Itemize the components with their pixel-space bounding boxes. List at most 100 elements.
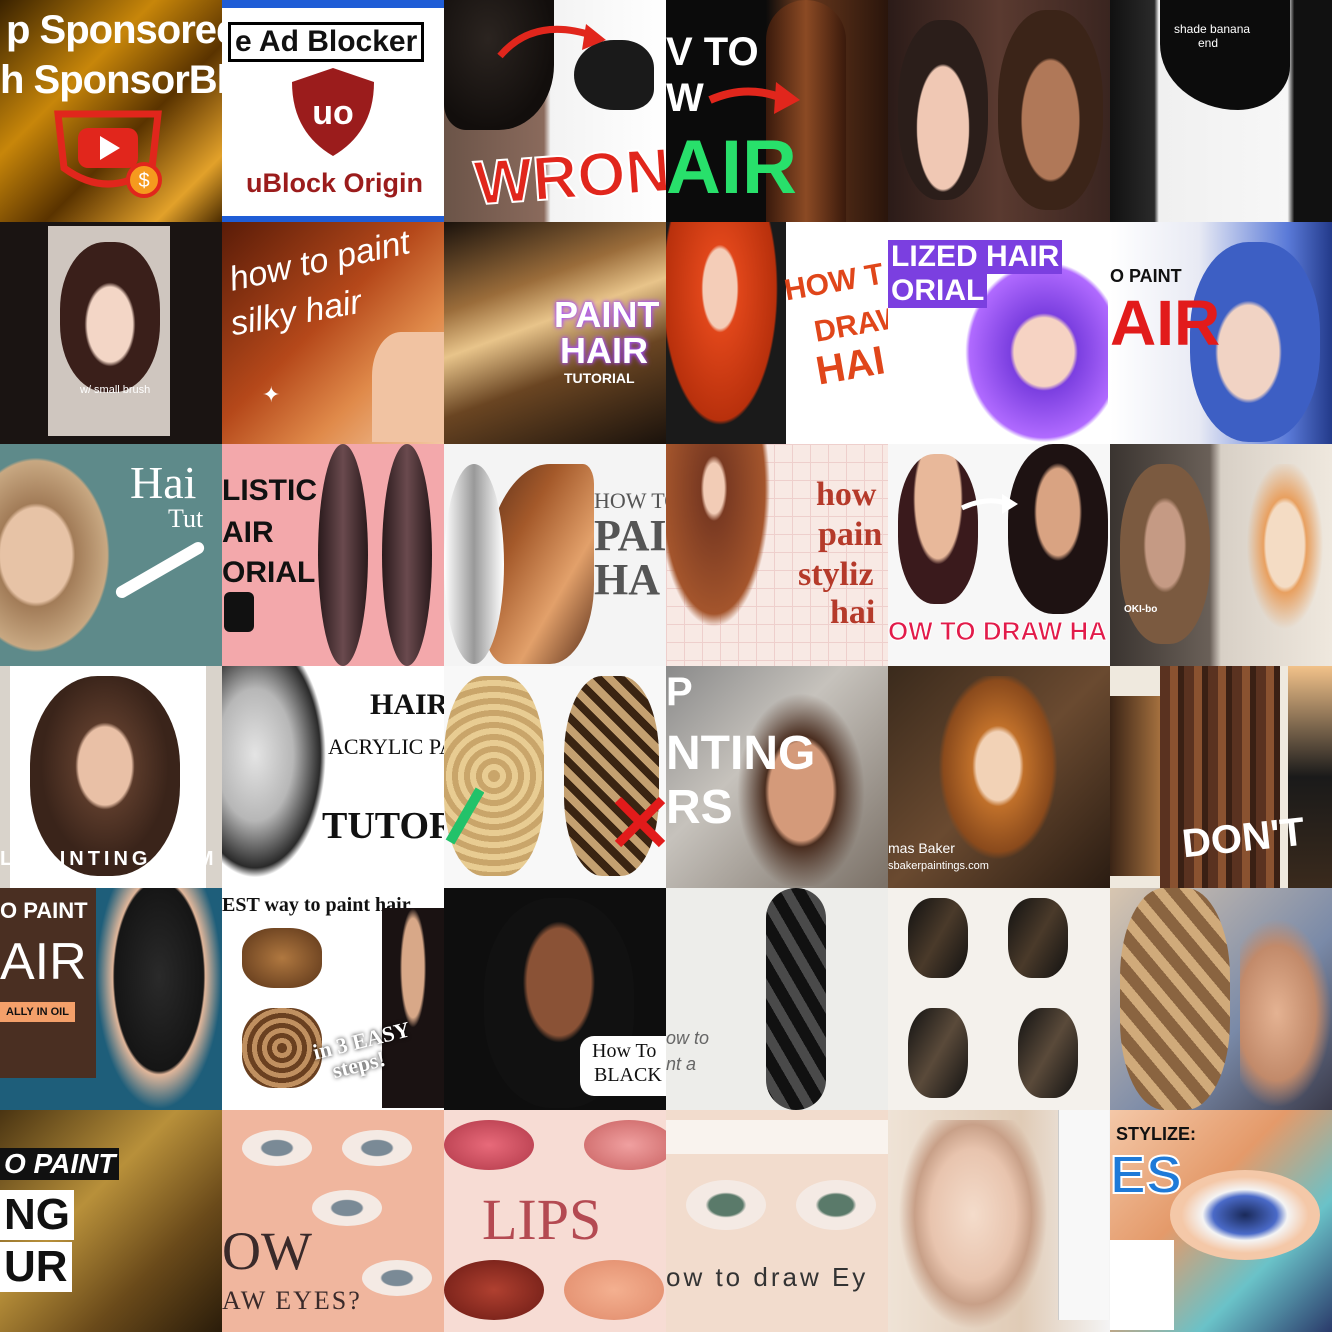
thumbnail-hair-tutorial-realistic[interactable]: Hai Tut [0,444,222,666]
thumbnail-title: How To [592,1040,657,1062]
portrait [60,242,160,392]
handwritten-note: ow to [666,1028,710,1048]
layers-panel[interactable] [1058,1110,1109,1320]
thumbnail-title: V TO [666,30,759,74]
thumbnail-title: NTING [666,727,816,780]
thumbnail-paint-stylized-hair[interactable]: how pain styliz hai [666,444,888,666]
lips [584,1120,666,1170]
hair-swatch [908,898,968,978]
thumbnail-stylized-hair[interactable]: LIZED HAIR ORIAL [888,222,1110,444]
character-bald [898,454,978,604]
thumbnail-title: NG [0,1190,74,1240]
thumbnail-paint-hair-oil[interactable]: O PAINT AIR ALLY IN OIL [0,888,222,1110]
caption: end [1198,36,1219,50]
thumbnail-title: AIR [222,516,274,549]
red-arrow-icon [706,76,802,120]
thumbnail-small-brush[interactable]: w/ small brush [0,222,222,444]
thumbnail-ublock-origin[interactable]: e Ad Blocker uo uBlock Origin [222,0,444,222]
thumbnail-title: ow to draw Ey [666,1262,869,1292]
thumbnail-how-to-paint-hair-brown[interactable]: HOW TO PAI HA [444,444,666,666]
thumbnail-title: W [666,76,704,120]
thumbnail-braid-painting[interactable] [1110,888,1332,1110]
thumbnail-stylize-eyes[interactable]: STYLIZE: ES [1110,1110,1332,1332]
thumbnail-title: p Sponsored [6,8,222,52]
thumbnail-title: hai [830,594,876,631]
eye-right [796,1180,876,1230]
thumbnail-title: OW [222,1221,312,1281]
svg-text:$: $ [138,170,149,192]
svg-text:uo: uo [312,94,354,132]
thumbnail-title: ACRYLIC PAIN [328,734,444,759]
thumbnail-title: RS [666,781,733,834]
thumbnail-child-portrait[interactable]: OKI-bo [1110,444,1332,666]
thumbnail-title: ORIAL [888,274,988,308]
thumbnail-paint-hair-blue[interactable]: O PAINT AIR [1110,222,1332,444]
thumbnail-draw-braid[interactable]: ow to nt a [666,888,888,1110]
thumbnail-anime-portraits[interactable] [888,0,1110,222]
thumbnail-sponsorblock[interactable]: p Sponsored h SponsorBlo $ [0,0,222,222]
lips [444,1260,544,1320]
thumbnail-title: UR [0,1242,72,1292]
thumbnail-how-to-draw-eyes-realistic[interactable]: ow to draw Ey [666,1110,888,1332]
thumbnail-title: P [666,670,693,714]
thumbnail-how-to-draw-hair[interactable]: V TO W AIR [666,0,888,222]
character-with-hair [1008,444,1108,614]
thumbnail-title: HAIR [560,330,648,371]
profile-portrait [222,666,332,888]
portrait [726,676,876,886]
thumbnail-paint-long-hair[interactable]: O PAINT NG UR [0,1110,222,1332]
hair-swatch [242,928,322,988]
eye [342,1130,412,1166]
cross-icon [614,796,666,848]
thumbnail-dont-hair[interactable]: DON'T [1110,666,1332,888]
thumbnail-hair-wrong[interactable]: WRONG [444,0,666,222]
thumbnail-realistic-hair-tutorial[interactable]: LISTIC AIR ORIAL [222,444,444,666]
thumbnail-title: BLACK [594,1064,662,1086]
thumbnail-title: pain [818,516,883,553]
thumbnail-title: HA [594,555,660,604]
caption: w/ small brush [80,384,151,396]
thumbnail-thomas-baker[interactable]: mas Baker sbakerpaintings.com [888,666,1110,888]
ublock-shield-icon: uo [288,66,378,158]
thumbnail-title: Hai [130,457,197,508]
thumbnail-procreate-portrait[interactable] [888,1110,1110,1332]
thumbnail-oil-painting-demo[interactable]: L PAINTING DEM [0,666,222,888]
character-redhead [666,222,786,444]
hair-swatch [908,1008,968,1098]
thumbnail-title: O PAINT [0,1148,120,1180]
thumbnail-best-way-paint-hair[interactable]: EST way to paint hair in 3 EASY steps! [222,888,444,1110]
thumbnail-painting-tyler[interactable]: P NTING RS [666,666,888,888]
thumbnail-how-to-draw-hair-red[interactable]: HOW T DRAW HAI [666,222,888,444]
thumbnail-silky-hair[interactable]: how to paint silky hair ✦ [222,222,444,444]
hair-swatch-curly [242,1008,322,1088]
thumbnail-shade-banana[interactable]: shade banana end [1110,0,1332,222]
thumbnail-paint-hair-tutorial[interactable]: PAINT HAIR TUTORIAL [444,222,666,444]
thumbnail-title: WRONG [471,132,666,220]
paper-strip [666,1120,888,1154]
thumbnail-how-to-draw-eyes[interactable]: OW AW EYES? [222,1110,444,1332]
thumbnail-title: LIZED HAIR [888,240,1063,274]
child-drawing [1240,464,1330,644]
thumbnail-curly-hair-right-wrong[interactable] [444,666,666,888]
braid-painting [96,888,222,1110]
thumbnail-lips[interactable]: LIPS [444,1110,666,1332]
thumbnail-title: AIR [0,933,87,991]
thumbnail-title: AW EYES? [222,1286,362,1315]
youtube-shield-icon: $ [48,108,168,200]
thumbnail-title: L PAINTING DEM [0,848,218,870]
thumbnail-subtitle: uBlock Origin [246,168,424,198]
hair-strand [318,444,368,666]
hair-sketch [444,464,504,664]
hair-painting [0,444,120,666]
caption: shade banana [1174,22,1251,36]
thumbnail-title: LISTIC [222,474,317,507]
portrait [898,1120,1048,1330]
thumbnail-hair-acrylic-painting[interactable]: HAIR ACRYLIC PAIN TUTOR [222,666,444,888]
thumbnail-title: h SponsorBlo [0,58,222,102]
thumbnail-title: STYLIZE: [1116,1124,1196,1144]
thumbnail-how-to-draw-hair-bald[interactable]: OW TO DRAW HA [888,444,1110,666]
presenter [382,908,444,1108]
thumbnail-title: e Ad Blocker [228,22,425,62]
thumbnail-how-to-black-hair[interactable]: How To BLACK [444,888,666,1110]
thumbnail-hair-study-sheet[interactable] [888,888,1110,1110]
